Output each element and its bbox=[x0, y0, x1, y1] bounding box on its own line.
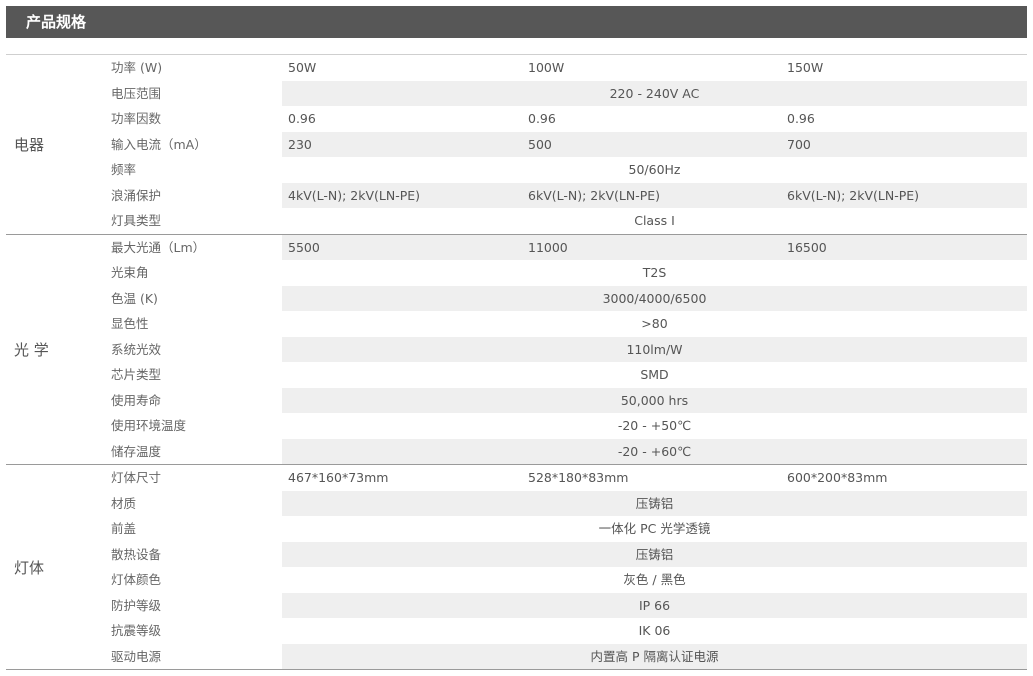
spec-name: 功率 (W) bbox=[111, 60, 163, 75]
spec-value-50w: 4kV(L-N); 2kV(LN-PE) bbox=[288, 187, 421, 203]
spec-name: 光束角 bbox=[111, 265, 149, 280]
spec-value-shared: 压铸铝 bbox=[635, 495, 674, 511]
spec-name: 储存温度 bbox=[111, 443, 162, 459]
spec-row: 显色性 >80 bbox=[6, 311, 1027, 337]
spec-row: 输入电流（mA） 230 500 700 bbox=[6, 131, 1027, 157]
spec-name: 灯体颜色 bbox=[111, 572, 162, 587]
section-title-bar: 产品规格 bbox=[6, 6, 1027, 38]
spec-name: 输入电流（mA） bbox=[111, 136, 207, 152]
spec-value-shared: 一体化 PC 光学透镜 bbox=[598, 521, 711, 536]
spec-value-150w: 6kV(L-N); 2kV(LN-PE) bbox=[787, 187, 920, 203]
spec-value-150w: 150W bbox=[787, 60, 824, 75]
spec-name: 抗震等级 bbox=[111, 623, 162, 638]
spec-row: 材质 压铸铝 bbox=[6, 490, 1027, 516]
spec-row: 电压范围 220 - 240V AC bbox=[6, 80, 1027, 106]
spec-value-shared: IK 06 bbox=[638, 623, 671, 638]
spec-row: 系统光效 110lm/W bbox=[6, 336, 1027, 362]
spec-value-shared: 50,000 hrs bbox=[620, 392, 689, 408]
spec-group: 灯体 灯体尺寸 467*160*73mm 528*180*83mm 600*200*83… bbox=[6, 465, 1027, 670]
spec-name: 系统光效 bbox=[111, 341, 162, 357]
row-shading bbox=[282, 234, 1027, 260]
spec-value-150w: 0.96 bbox=[787, 111, 815, 126]
spec-value-150w: 600*200*83mm bbox=[787, 470, 888, 485]
spec-value-shared: 3000/4000/6500 bbox=[602, 290, 707, 306]
spec-value-100w: 6kV(L-N); 2kV(LN-PE) bbox=[528, 187, 661, 203]
spec-name: 材质 bbox=[111, 495, 137, 511]
spec-value-shared: 压铸铝 bbox=[635, 546, 674, 562]
spec-value-shared: -20 - +50℃ bbox=[617, 418, 692, 433]
spec-value-150w: 16500 bbox=[787, 239, 827, 255]
spec-value-100w: 500 bbox=[528, 136, 552, 152]
section-title: 产品规格 bbox=[26, 13, 87, 31]
spec-name: 芯片类型 bbox=[111, 367, 162, 382]
spec-row: 灯具类型 Class I bbox=[6, 208, 1027, 234]
spec-row: 散热设备 压铸铝 bbox=[6, 541, 1027, 567]
spec-name: 散热设备 bbox=[111, 546, 162, 562]
spec-row: 浪涌保护 4kV(L-N); 2kV(LN-PE) 6kV(L-N); 2kV(LN… bbox=[6, 182, 1027, 208]
spec-name: 功率因数 bbox=[111, 111, 162, 126]
spec-value-50w: 50W bbox=[288, 60, 317, 75]
spec-name: 频率 bbox=[111, 162, 137, 177]
spec-name: 前盖 bbox=[111, 521, 137, 536]
spec-row: 防护等级 IP 66 bbox=[6, 592, 1027, 618]
spec-value-50w: 0.96 bbox=[288, 111, 316, 126]
spec-value-100w: 528*180*83mm bbox=[528, 470, 629, 485]
spec-row: 前盖 一体化 PC 光学透镜 bbox=[6, 516, 1027, 542]
spec-value-shared: Class I bbox=[634, 213, 675, 228]
spec-value-shared: 110lm/W bbox=[626, 341, 683, 357]
spec-value-50w: 467*160*73mm bbox=[288, 470, 389, 485]
spec-row: 芯片类型 SMD bbox=[6, 362, 1027, 388]
spec-row: 功率 (W) 50W 100W 150W bbox=[6, 55, 1027, 81]
spec-row: 使用寿命 50,000 hrs bbox=[6, 387, 1027, 413]
spec-value-150w: 700 bbox=[787, 136, 811, 152]
spec-name: 灯体尺寸 bbox=[111, 470, 162, 485]
spec-value-50w: 230 bbox=[288, 136, 312, 152]
spec-name: 驱动电源 bbox=[111, 648, 162, 664]
spec-value-shared: SMD bbox=[640, 367, 669, 382]
spec-row: 功率因数 0.96 0.96 0.96 bbox=[6, 106, 1027, 132]
spec-name: 色温 (K) bbox=[111, 290, 158, 306]
spec-value-shared: >80 bbox=[641, 316, 668, 331]
spec-row: 最大光通（Lm） 5500 11000 16500 bbox=[6, 234, 1027, 260]
spec-value-shared: T2S bbox=[642, 265, 667, 280]
spec-row: 色温 (K) 3000/4000/6500 bbox=[6, 285, 1027, 311]
spec-row: 灯体尺寸 467*160*73mm 528*180*83mm 600*200*83mm bbox=[6, 465, 1027, 491]
row-shading bbox=[282, 131, 1027, 157]
spec-row: 使用环境温度 -20 - +50℃ bbox=[6, 413, 1027, 439]
spec-name: 防护等级 bbox=[111, 597, 162, 613]
spec-group: 光 学最大光通（Lm） 5500 11000 16500 光束角 T2S 色温 (K) 300… bbox=[6, 234, 1027, 465]
spec-value-shared: IP 66 bbox=[638, 597, 671, 613]
spec-name: 显色性 bbox=[111, 316, 149, 331]
spec-row: 储存温度 -20 - +60℃ bbox=[6, 438, 1027, 464]
spec-name: 浪涌保护 bbox=[111, 187, 162, 203]
spec-value-shared: 灰色 / 黑色 bbox=[623, 572, 686, 587]
spec-name: 使用寿命 bbox=[111, 392, 162, 408]
spec-row: 光束角 T2S bbox=[6, 260, 1027, 286]
spec-group: 电器 功率 (W) 50W 100W 150W 电压范围 220 - 240V AC 功率因数… bbox=[6, 55, 1027, 235]
spec-name: 使用环境温度 bbox=[111, 418, 187, 433]
spec-row: 灯体颜色 灰色 / 黑色 bbox=[6, 567, 1027, 593]
spec-row: 抗震等级 IK 06 bbox=[6, 618, 1027, 644]
spec-value-50w: 5500 bbox=[288, 239, 320, 255]
spec-value-100w: 11000 bbox=[528, 239, 568, 255]
spec-value-100w: 100W bbox=[528, 60, 565, 75]
spec-name: 最大光通（Lm） bbox=[111, 239, 206, 255]
spec-row: 频率 50/60Hz bbox=[6, 157, 1027, 183]
spec-row: 驱动电源 内置高 P 隔离认证电源 bbox=[6, 643, 1027, 669]
spec-value-shared: -20 - +60℃ bbox=[617, 443, 692, 459]
spec-value-shared: 220 - 240V AC bbox=[609, 85, 700, 101]
spec-name: 灯具类型 bbox=[111, 213, 162, 228]
spec-value-shared: 50/60Hz bbox=[628, 162, 681, 177]
spec-value-100w: 0.96 bbox=[528, 111, 556, 126]
spec-name: 电压范围 bbox=[111, 85, 162, 101]
spec-value-shared: 内置高 P 隔离认证电源 bbox=[590, 648, 719, 664]
